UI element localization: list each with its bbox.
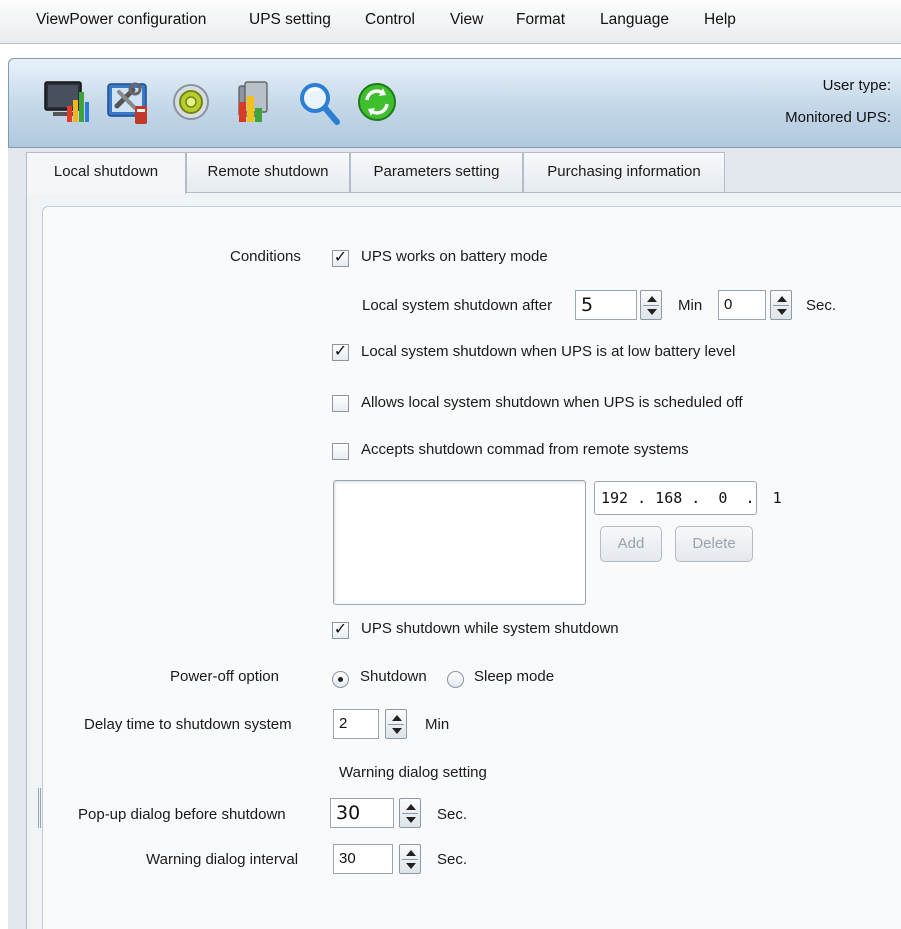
popup-dialog-unit: Sec. — [437, 806, 468, 823]
menu-ups-setting[interactable]: UPS setting — [249, 11, 331, 29]
delete-button[interactable]: Delete — [675, 526, 753, 562]
shutdown-after-min-unit: Min — [678, 297, 703, 314]
add-button[interactable]: Add — [600, 526, 662, 562]
remote-systems-list[interactable] — [333, 480, 586, 605]
shutdown-radio-label: Shutdown — [360, 668, 427, 685]
remote-command-checkbox[interactable] — [332, 443, 349, 460]
battery-mode-label: UPS works on battery mode — [361, 248, 548, 265]
popup-dialog-input[interactable]: 30 — [330, 798, 394, 828]
spin-down-icon — [777, 309, 787, 315]
spin-up-icon — [777, 296, 787, 302]
ups-shutdown-label: UPS shutdown while system shutdown — [361, 620, 619, 637]
delay-time-input[interactable]: 2 — [333, 709, 379, 739]
spin-up-icon — [392, 715, 402, 721]
toolbar: User type: Monitored UPS: — [8, 58, 901, 148]
menu-viewpower-configuration[interactable]: ViewPower configuration — [36, 11, 206, 29]
sleep-mode-radio[interactable] — [447, 671, 464, 688]
spin-up-icon — [647, 296, 657, 302]
menu-bar: ViewPower configuration UPS setting Cont… — [0, 0, 901, 44]
shutdown-radio[interactable] — [332, 671, 349, 688]
tab-local-shutdown[interactable]: Local shutdown — [26, 152, 186, 194]
spin-up-icon — [406, 850, 416, 856]
tab-purchasing-information[interactable]: Purchasing information — [523, 152, 725, 192]
documents-chart-icon[interactable] — [233, 76, 281, 128]
settings-gear-icon[interactable] — [169, 76, 217, 128]
delay-time-spinner[interactable] — [385, 709, 407, 739]
low-battery-label: Local system shutdown when UPS is at low… — [361, 343, 736, 360]
shutdown-after-sec-spinner[interactable] — [770, 290, 792, 320]
shutdown-after-sec-unit: Sec. — [806, 297, 837, 314]
scheduled-off-checkbox[interactable] — [332, 395, 349, 412]
monitored-ups-label: Monitored UPS: — [785, 109, 891, 126]
spin-down-icon — [406, 863, 416, 869]
shutdown-after-min-input[interactable]: 5 — [575, 290, 637, 320]
menu-view[interactable]: View — [450, 11, 483, 29]
refresh-icon[interactable] — [355, 76, 403, 128]
spin-down-icon — [392, 728, 402, 734]
splitter-handle[interactable] — [38, 788, 41, 828]
spin-up-icon — [406, 804, 416, 810]
shutdown-after-min-spinner[interactable] — [640, 290, 662, 320]
menu-help[interactable]: Help — [704, 11, 736, 29]
magnifier-icon[interactable] — [295, 76, 343, 128]
remote-command-label: Accepts shutdown commad from remote syst… — [361, 441, 689, 458]
warning-interval-spinner[interactable] — [399, 844, 421, 874]
tools-icon[interactable] — [105, 76, 153, 128]
warning-interval-input[interactable]: 30 — [333, 844, 393, 874]
spin-down-icon — [647, 309, 657, 315]
warning-dialog-heading: Warning dialog setting — [339, 764, 487, 781]
spin-down-icon — [406, 817, 416, 823]
radio-selected-dot — [338, 677, 343, 682]
scheduled-off-label: Allows local system shutdown when UPS is… — [361, 394, 743, 411]
user-type-label: User type: — [822, 77, 891, 94]
battery-mode-checkbox[interactable]: ✓ — [332, 250, 349, 267]
warning-interval-label: Warning dialog interval — [146, 851, 299, 868]
delay-time-unit: Min — [425, 716, 450, 733]
monitor-chart-icon[interactable] — [43, 76, 91, 128]
low-battery-checkbox[interactable]: ✓ — [332, 344, 349, 361]
ups-shutdown-checkbox[interactable]: ✓ — [332, 622, 349, 639]
menu-control[interactable]: Control — [365, 11, 415, 29]
shutdown-after-label: Local system shutdown after — [362, 297, 553, 314]
menu-language[interactable]: Language — [600, 11, 669, 29]
warning-interval-unit: Sec. — [437, 851, 468, 868]
ip-address-input[interactable]: 192 . 168 . 0 . 1 — [594, 481, 782, 515]
tab-remote-shutdown[interactable]: Remote shutdown — [186, 152, 350, 192]
popup-dialog-label: Pop-up dialog before shutdown — [78, 806, 286, 823]
sleep-mode-radio-label: Sleep mode — [474, 668, 555, 685]
delay-time-label: Delay time to shutdown system — [84, 716, 292, 733]
tab-parameters-setting[interactable]: Parameters setting — [350, 152, 523, 192]
power-off-label: Power-off option — [170, 668, 279, 685]
shutdown-after-sec-input[interactable]: 0 — [718, 290, 766, 320]
popup-dialog-spinner[interactable] — [399, 798, 421, 828]
menu-format[interactable]: Format — [516, 11, 565, 29]
conditions-label: Conditions — [230, 248, 301, 265]
